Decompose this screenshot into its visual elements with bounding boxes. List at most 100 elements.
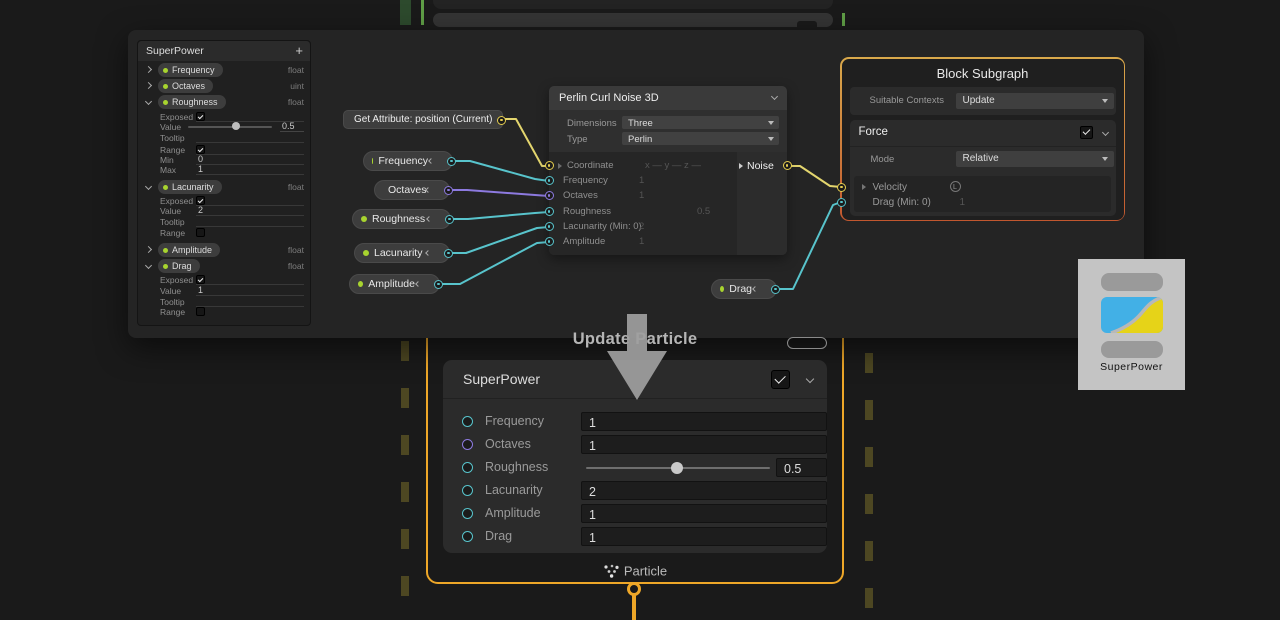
parameter-node-octaves[interactable]: Octaves [374, 180, 450, 200]
property-roughness[interactable]: Roughness float [138, 94, 312, 110]
expand-caret-icon[interactable] [145, 82, 152, 89]
input-port[interactable] [545, 222, 554, 231]
range-checkbox[interactable] [196, 228, 205, 237]
wire-frequency[interactable] [450, 161, 549, 181]
collapse-icon[interactable] [425, 250, 431, 256]
asset-label: SuperPower [1078, 361, 1185, 373]
octaves-field[interactable]: 1 [581, 435, 827, 454]
input-port[interactable] [462, 485, 473, 496]
node-header[interactable]: Perlin Curl Noise 3D [549, 86, 787, 110]
chevron-down-icon[interactable] [1101, 128, 1108, 135]
superpower-asset-thumbnail[interactable]: SuperPower [1078, 259, 1185, 390]
property-lacunarity[interactable]: Lacunarity float [138, 179, 312, 195]
expander-icon[interactable] [862, 184, 866, 190]
output-port[interactable] [444, 249, 453, 258]
output-port[interactable] [783, 161, 792, 170]
input-port[interactable] [545, 176, 554, 185]
parameter-node-amplitude[interactable]: Amplitude [349, 274, 440, 294]
wire-noise-to-velocity[interactable] [785, 166, 841, 187]
output-port[interactable] [447, 157, 456, 166]
drag-field[interactable]: 1 [581, 527, 827, 546]
property-amplitude[interactable]: Amplitude float [138, 242, 312, 258]
velocity-input-port[interactable] [837, 183, 846, 192]
amplitude-field[interactable]: 1 [581, 504, 827, 523]
input-port[interactable] [462, 531, 473, 542]
input-port[interactable] [462, 416, 473, 427]
input-port[interactable] [545, 161, 554, 170]
property-pill[interactable]: Frequency [158, 63, 223, 77]
mode-dropdown[interactable]: Relative [956, 151, 1114, 167]
drag-input-port[interactable] [837, 198, 846, 207]
property-frequency[interactable]: Frequency float [138, 62, 312, 78]
context-space-button[interactable] [787, 337, 827, 349]
chevron-down-icon[interactable] [771, 93, 778, 100]
roughness-slider[interactable] [581, 458, 775, 477]
subgraph-block-icon [1101, 297, 1163, 333]
perlin-curl-noise-node[interactable]: Perlin Curl Noise 3D Dimensions Three Ty… [549, 86, 787, 255]
add-property-button[interactable]: + [295, 43, 303, 58]
slider-thumb[interactable] [671, 462, 683, 474]
wire-octaves[interactable] [447, 190, 549, 196]
input-port[interactable] [545, 207, 554, 216]
output-port[interactable] [771, 285, 780, 294]
expand-caret-icon[interactable] [145, 246, 152, 253]
parameter-node-lacunarity[interactable]: Lacunarity [354, 243, 450, 263]
property-pill[interactable]: Octaves [158, 79, 213, 93]
frequency-field[interactable]: 1 [581, 412, 827, 431]
block-enabled-checkbox[interactable] [1080, 126, 1093, 139]
exposed-checkbox[interactable] [196, 196, 205, 205]
collapse-caret-icon[interactable] [145, 98, 152, 105]
parameter-node-frequency[interactable]: Frequency [363, 151, 453, 171]
output-port[interactable] [497, 116, 506, 125]
wire-lacunarity[interactable] [448, 227, 549, 253]
local-space-badge[interactable]: L [950, 181, 961, 192]
output-port[interactable] [434, 280, 443, 289]
input-port[interactable] [462, 439, 473, 450]
roughness-field[interactable]: 0.5 [776, 458, 827, 477]
range-checkbox[interactable] [196, 145, 205, 154]
collapse-icon[interactable] [752, 286, 758, 292]
property-octaves[interactable]: Octaves uint [138, 78, 312, 94]
input-port[interactable] [462, 462, 473, 473]
output-port[interactable] [445, 215, 454, 224]
property-pill[interactable]: Lacunarity [158, 180, 222, 194]
wire-amplitude[interactable] [439, 242, 549, 284]
chevron-down-icon[interactable] [806, 375, 814, 383]
type-dropdown[interactable]: Perlin [622, 132, 779, 145]
block-enabled-checkbox[interactable] [771, 370, 790, 389]
exposed-checkbox[interactable] [196, 112, 205, 121]
input-port[interactable] [462, 508, 473, 519]
expand-caret-icon[interactable] [145, 66, 152, 73]
dimensions-dropdown[interactable]: Three [622, 116, 779, 129]
value-field[interactable]: 0.5 [280, 121, 304, 132]
parameter-node-roughness[interactable]: Roughness [352, 209, 451, 229]
collapse-caret-icon[interactable] [145, 262, 152, 269]
context-output-port[interactable] [627, 582, 641, 596]
expander-icon[interactable] [558, 163, 562, 169]
wire-roughness[interactable] [450, 212, 549, 219]
collapse-icon[interactable] [415, 281, 421, 287]
property-pill[interactable]: Amplitude [158, 243, 220, 257]
collapse-icon[interactable] [428, 158, 434, 164]
get-attribute-node[interactable]: Get Attribute: position (Current) [343, 110, 503, 129]
property-pill[interactable]: Drag [158, 259, 200, 273]
property-drag[interactable]: Drag float [138, 258, 312, 274]
range-checkbox[interactable] [196, 307, 205, 316]
parameter-node-drag[interactable]: Drag [711, 279, 777, 299]
output-port[interactable] [444, 186, 453, 195]
force-block[interactable]: Force Mode Relative Velocity L Drag (Min [850, 120, 1116, 216]
block-subgraph-panel: Block Subgraph Suitable Contexts Update … [840, 57, 1125, 221]
input-port[interactable] [545, 237, 554, 246]
input-port[interactable] [545, 191, 554, 200]
max-field[interactable]: 1 [196, 164, 304, 176]
collapse-caret-icon[interactable] [145, 183, 152, 190]
tooltip-field[interactable] [196, 132, 304, 144]
property-pill[interactable]: Roughness [158, 95, 226, 109]
wire-position-to-coordinate[interactable] [500, 119, 549, 166]
exposed-checkbox[interactable] [196, 275, 205, 284]
collapse-icon[interactable] [426, 216, 432, 222]
roughness-max-row: Max 1 [138, 164, 312, 176]
suitable-contexts-dropdown[interactable]: Update [956, 93, 1114, 109]
slider-thumb[interactable] [232, 122, 240, 130]
lacunarity-field[interactable]: 2 [581, 481, 827, 500]
